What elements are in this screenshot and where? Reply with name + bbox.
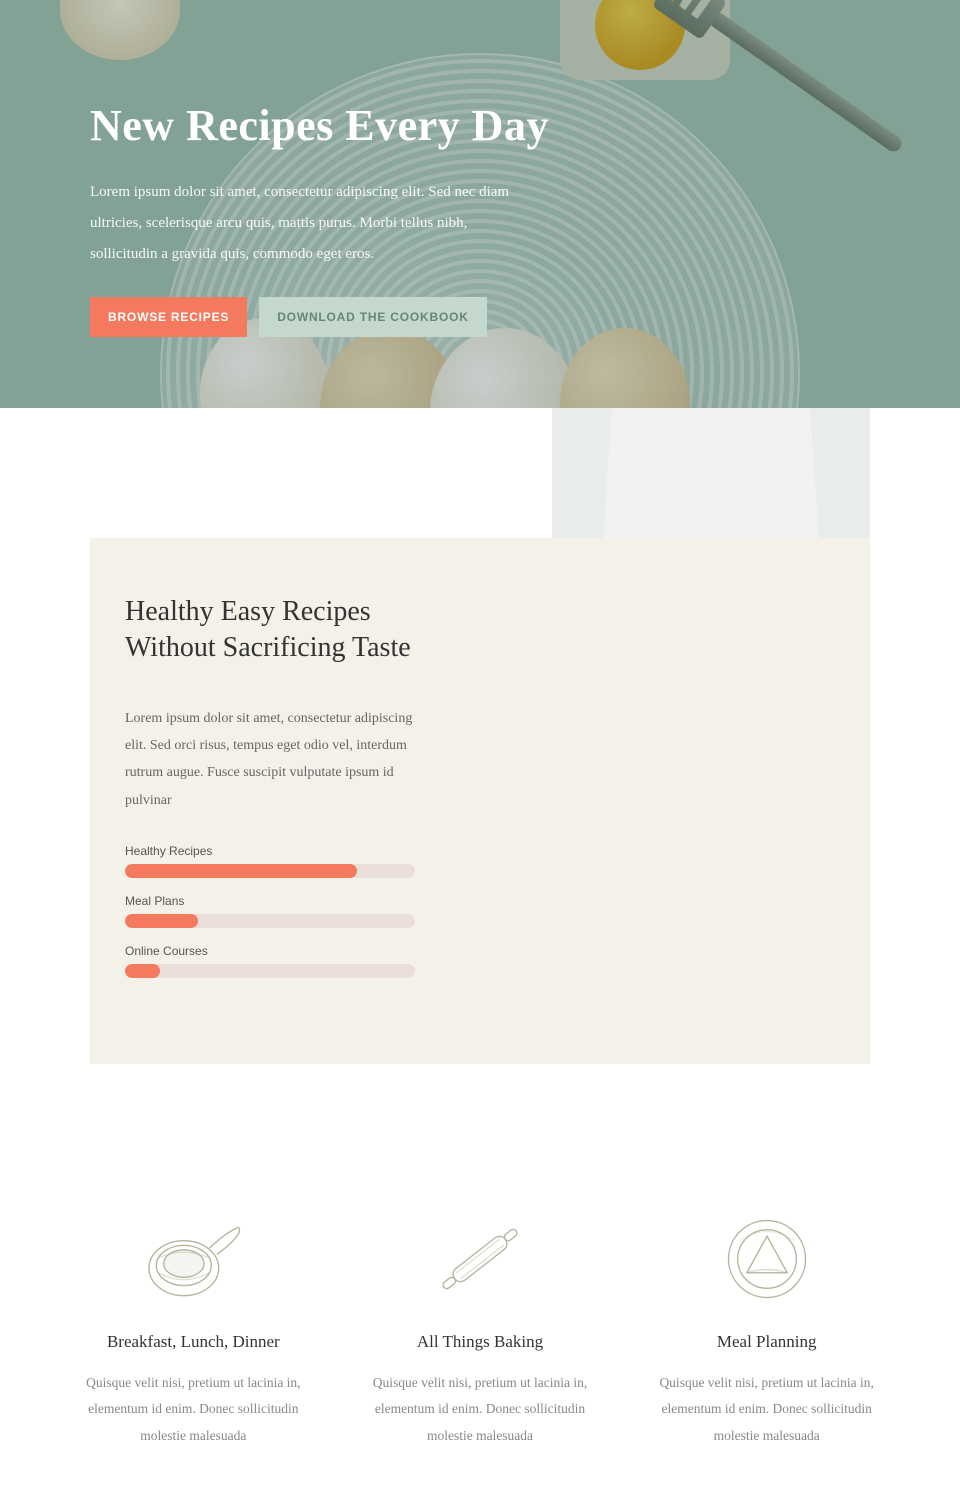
- bar-track: [125, 914, 415, 928]
- about-body: Lorem ipsum dolor sit amet, consectetur …: [125, 705, 435, 814]
- feature-title: Meal Planning: [643, 1332, 890, 1352]
- feature-body: Quisque velit nisi, pretium ut lacinia i…: [643, 1370, 890, 1449]
- features-section: Breakfast, Lunch, Dinner Quisque velit n…: [0, 1064, 960, 1509]
- feature-title: Breakfast, Lunch, Dinner: [70, 1332, 317, 1352]
- about-title: Healthy Easy Recipes Without Sacrificing…: [125, 594, 450, 667]
- progress-bars: Healthy Recipes Meal Plans Online Course…: [125, 844, 415, 978]
- skillet-icon: [70, 1204, 317, 1314]
- hero-buttons: Browse Recipes Download the Cookbook: [90, 297, 610, 337]
- download-cookbook-button[interactable]: Download the Cookbook: [259, 297, 486, 337]
- bar-track: [125, 864, 415, 878]
- bar-fill: [125, 914, 198, 928]
- feature-card: Breakfast, Lunch, Dinner Quisque velit n…: [70, 1204, 317, 1449]
- hero-body: Lorem ipsum dolor sit amet, consectetur …: [90, 177, 530, 269]
- feature-card: All Things Baking Quisque velit nisi, pr…: [357, 1204, 604, 1449]
- feature-body: Quisque velit nisi, pretium ut lacinia i…: [357, 1370, 604, 1449]
- feature-title: All Things Baking: [357, 1332, 604, 1352]
- bar-label: Healthy Recipes: [125, 844, 415, 858]
- bar-track: [125, 964, 415, 978]
- bar-fill: [125, 864, 357, 878]
- hero-section: New Recipes Every Day Lorem ipsum dolor …: [0, 0, 960, 408]
- hero-title: New Recipes Every Day: [90, 100, 610, 151]
- about-section: Healthy Easy Recipes Without Sacrificing…: [0, 408, 960, 1064]
- rolling-pin-icon: [357, 1204, 604, 1314]
- feature-card: Meal Planning Quisque velit nisi, pretiu…: [643, 1204, 890, 1449]
- bar-label: Online Courses: [125, 944, 415, 958]
- feature-body: Quisque velit nisi, pretium ut lacinia i…: [70, 1370, 317, 1449]
- about-card: Healthy Easy Recipes Without Sacrificing…: [90, 538, 870, 1064]
- browse-recipes-button[interactable]: Browse Recipes: [90, 297, 247, 337]
- bar-fill: [125, 964, 160, 978]
- bar-label: Meal Plans: [125, 894, 415, 908]
- plate-icon: [643, 1204, 890, 1314]
